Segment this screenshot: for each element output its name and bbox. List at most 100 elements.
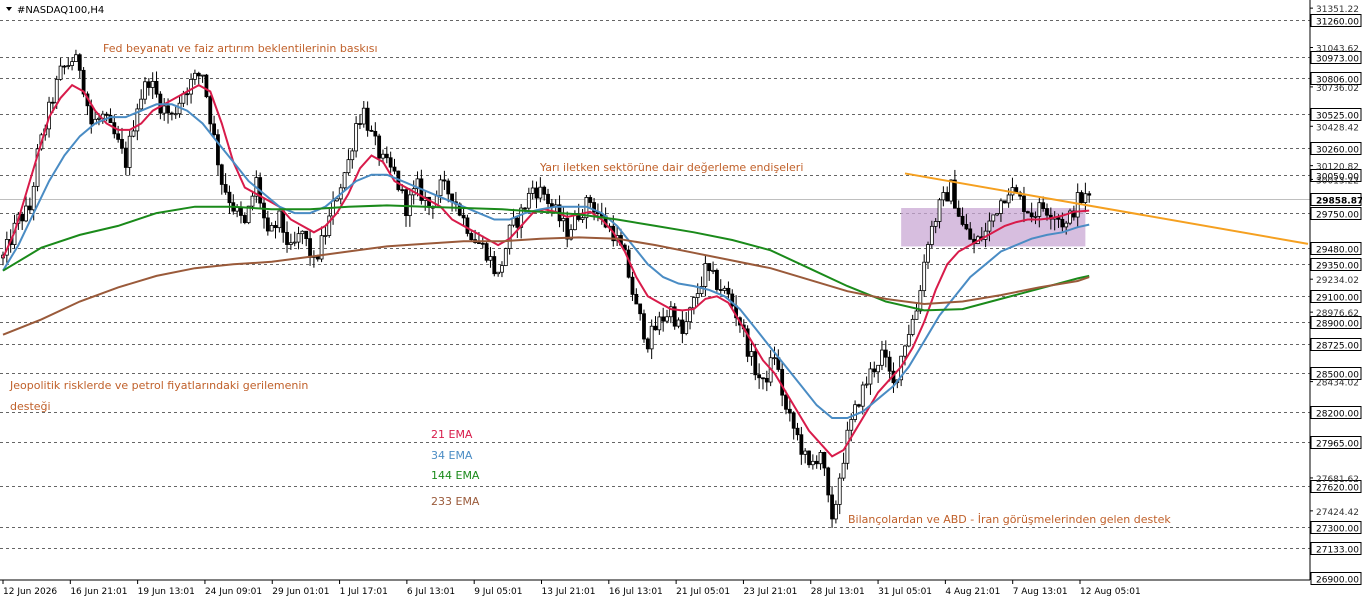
candle-body	[288, 242, 293, 245]
ema-lines	[2, 83, 1090, 458]
candle-body	[281, 210, 286, 233]
candle-body	[791, 412, 796, 429]
candle-body	[833, 503, 838, 520]
range-box	[901, 208, 1086, 247]
candle-body	[477, 242, 481, 245]
candle-body	[50, 101, 55, 104]
candle-body	[377, 135, 382, 159]
candle-body	[538, 186, 543, 199]
candle-body	[964, 224, 969, 230]
candle-body	[561, 218, 566, 222]
candle-body	[381, 153, 385, 159]
candle-body	[542, 186, 547, 195]
candle-body	[265, 217, 270, 232]
candle-body	[308, 238, 312, 258]
candle-body	[949, 179, 953, 202]
candle-body	[642, 313, 646, 340]
candle-body	[715, 269, 719, 290]
price-scale-label: 29234.02	[1316, 276, 1359, 286]
candle-body	[588, 197, 593, 203]
candle-body	[200, 74, 205, 77]
candle-body	[772, 357, 777, 360]
candle-body	[749, 351, 754, 357]
candle-body	[239, 207, 243, 216]
candles	[1, 49, 1092, 528]
candle-body	[1037, 202, 1042, 217]
candle-body	[120, 138, 124, 149]
chart-annotation: Yarı iletken sektörüne dair değerleme en…	[539, 161, 803, 174]
price-scale-label: 28434.02	[1316, 379, 1359, 389]
candle-body	[757, 374, 762, 379]
price-chart[interactable]: 31260.0030973.0030806.0030525.0030260.00…	[0, 0, 1362, 603]
candle-body	[638, 303, 643, 315]
candle-body	[523, 207, 527, 210]
candle-body	[77, 54, 82, 71]
candle-body	[484, 243, 489, 261]
price-level-label: 28900.00	[1316, 320, 1359, 330]
candle-body	[795, 427, 800, 436]
candle-body	[361, 107, 366, 125]
candle-body	[1025, 211, 1030, 214]
dropdown-triangle-icon[interactable]	[6, 7, 12, 11]
price-level-label: 27300.00	[1316, 525, 1359, 535]
candle-body	[956, 207, 961, 217]
candle-body	[887, 356, 892, 372]
chart-annotation: desteği	[10, 400, 51, 413]
candle-body	[70, 61, 74, 66]
candle-body	[880, 349, 884, 366]
time-label: 16 Jul 13:01	[609, 587, 663, 597]
ema-line-0	[2, 83, 1090, 458]
time-label: 21 Jul 05:01	[676, 587, 730, 597]
candle-body	[868, 368, 873, 385]
price-level-label: 30525.00	[1316, 112, 1359, 122]
candle-body	[526, 192, 531, 209]
chart-area[interactable]: 31260.00 30973.00 30806.00 30525.00 30260.00…	[0, 0, 1362, 603]
candle-body	[1064, 222, 1069, 228]
candle-body	[369, 129, 374, 132]
candle-body	[814, 460, 819, 465]
time-label: 13 Jul 21:01	[542, 587, 596, 597]
candle-body	[365, 107, 370, 131]
candle-body	[193, 72, 197, 80]
price-level-label: 30260.00	[1316, 146, 1359, 156]
candle-body	[534, 187, 539, 199]
candle-body	[630, 276, 635, 295]
candle-body	[684, 321, 689, 334]
candle-body	[400, 189, 405, 192]
candle-body	[150, 80, 155, 88]
candle-body	[27, 205, 32, 211]
candle-body	[373, 130, 378, 137]
candle-body	[860, 384, 865, 407]
candle-body	[446, 180, 451, 195]
candle-body	[62, 65, 67, 68]
legend-item: 144 EMA	[431, 469, 480, 482]
candle-body	[546, 193, 550, 205]
time-label: 12 Jun 2026	[3, 587, 57, 597]
candle-body	[54, 78, 59, 104]
time-label: 23 Jul 21:01	[743, 587, 797, 597]
candle-body	[461, 214, 466, 219]
candle-body	[929, 225, 934, 245]
candle-body	[1087, 193, 1092, 196]
price-level-label: 29480.00	[1316, 246, 1359, 256]
candle-body	[941, 192, 946, 201]
price-level-label: 29750.00	[1316, 211, 1359, 221]
price-scale-label: 27424.42	[1316, 508, 1359, 518]
candle-body	[492, 256, 497, 275]
time-label: 16 Jun 21:01	[70, 587, 127, 597]
candle-body	[1022, 195, 1026, 212]
candle-body	[999, 200, 1003, 214]
price-scale-label: 28976.62	[1316, 309, 1359, 319]
candle-body	[116, 133, 121, 140]
price-level-label: 28200.00	[1316, 410, 1359, 420]
candle-body	[465, 217, 470, 234]
candle-body	[937, 199, 942, 222]
candle-body	[500, 265, 504, 273]
time-label: 9 Jul 05:01	[474, 587, 522, 597]
candle-body	[123, 147, 128, 168]
candle-body	[127, 135, 132, 168]
candle-body	[922, 261, 927, 292]
candle-body	[810, 460, 815, 466]
candle-body	[300, 230, 305, 235]
candle-body	[1033, 215, 1038, 218]
